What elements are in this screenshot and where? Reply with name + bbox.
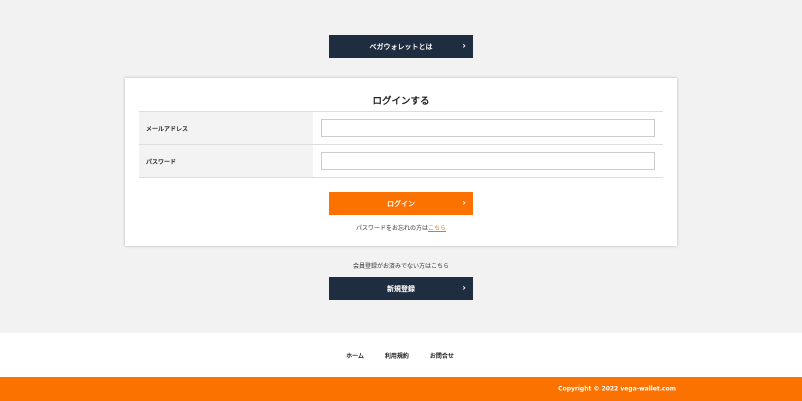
email-field[interactable] [321, 119, 655, 137]
password-label: パスワード [139, 145, 313, 177]
register-note: 会員登録がお済みでない方はこちら [352, 263, 449, 270]
copyright-text: Copyright © 2022 vega-wallet.com [558, 385, 676, 393]
register-button[interactable]: 新規登録 › [329, 277, 473, 300]
about-vega-wallet-button[interactable]: ベガウォレットとは › [329, 35, 473, 58]
chevron-right-icon: › [462, 198, 466, 208]
footer-nav: ホーム 利用規約 お問合せ [0, 333, 802, 377]
footer-bar: Copyright © 2022 vega-wallet.com [0, 377, 802, 401]
password-field-wrap [313, 145, 663, 177]
email-field-wrap [313, 112, 663, 144]
register-button-label: 新規登録 [387, 284, 415, 293]
email-row: メールアドレス [139, 112, 663, 145]
password-field[interactable] [321, 152, 655, 170]
forgot-password-link[interactable]: こちら [428, 225, 446, 232]
footer-link-terms[interactable]: 利用規約 [385, 351, 409, 360]
footer-link-home[interactable]: ホーム [346, 351, 364, 360]
about-button-label: ベガウォレットとは [369, 42, 433, 51]
chevron-right-icon: › [462, 283, 466, 293]
login-button[interactable]: ログイン › [329, 192, 473, 215]
footer-link-contact[interactable]: お問合せ [430, 351, 454, 360]
login-card: ログインする メールアドレス パスワード ログイン › パスワードをお忘れの方は… [125, 78, 677, 246]
forgot-password-text: パスワードをお忘れの方はこちら [125, 223, 677, 232]
login-title: ログインする [372, 96, 430, 107]
email-label: メールアドレス [139, 112, 313, 144]
login-form: メールアドレス パスワード [139, 111, 663, 178]
password-row: パスワード [139, 145, 663, 178]
chevron-right-icon: › [462, 41, 466, 51]
login-button-label: ログイン [387, 199, 415, 208]
forgot-password-prefix: パスワードをお忘れの方は [355, 225, 428, 232]
